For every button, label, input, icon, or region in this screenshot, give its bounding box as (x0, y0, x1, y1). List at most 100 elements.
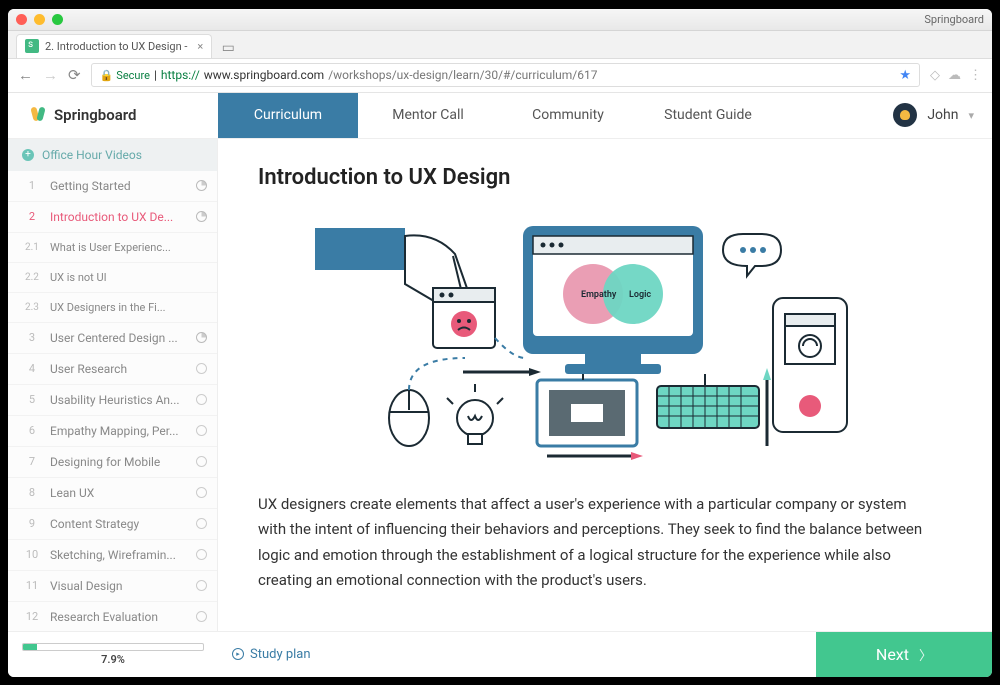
sidebar-item-label: User Research (50, 362, 188, 376)
content: Introduction to UX Design (218, 139, 992, 631)
sidebar-item[interactable]: 4 User Research (8, 354, 217, 385)
circle-icon (196, 487, 207, 498)
reload-button[interactable]: ⟳ (68, 66, 81, 84)
sidebar-item[interactable]: 12 Research Evaluation (8, 602, 217, 631)
sidebar-item-label: Lean UX (50, 486, 188, 500)
omnibox[interactable]: 🔒 Secure | https://www.springboard.com/w… (91, 63, 920, 87)
sidebar-item[interactable]: 6 Empathy Mapping, Per... (8, 416, 217, 447)
sidebar-item-number: 3 (22, 331, 42, 344)
user-menu[interactable]: John ▾ (875, 93, 992, 138)
url-host: www.springboard.com (204, 68, 324, 82)
sidebar-item[interactable]: 2Introduction to UX De... (8, 202, 217, 233)
app: Springboard CurriculumMentor CallCommuni… (8, 93, 992, 677)
sidebar-item-number: 1 (22, 179, 42, 192)
main: + Office Hour Videos 1Getting Started2In… (8, 139, 992, 631)
sidebar-item[interactable]: 11Visual Design (8, 571, 217, 602)
sidebar: + Office Hour Videos 1Getting Started2In… (8, 139, 218, 631)
brand-logo-icon (30, 107, 46, 123)
sidebar-item-number: 2 (22, 210, 42, 223)
sidebar-item[interactable]: 8Lean UX (8, 478, 217, 509)
tab-strip: 2. Introduction to UX Design - × ▭ (8, 31, 992, 59)
sidebar-item[interactable]: 7Designing for Mobile (8, 447, 217, 478)
minimize-window-button[interactable] (34, 14, 45, 25)
window-title: Springboard (924, 13, 984, 26)
circle-icon (196, 518, 207, 529)
sidebar-item[interactable]: 5 Usability Heuristics An... (8, 385, 217, 416)
sidebar-item-label: What is User Experienc... (50, 241, 207, 254)
extension-icon[interactable]: ◇ (930, 68, 940, 83)
back-button[interactable]: ← (18, 66, 33, 84)
url-protocol: https:// (161, 68, 200, 82)
favicon-icon (25, 39, 39, 53)
sidebar-item-label: Research Evaluation (50, 610, 188, 624)
expand-icon: + (22, 149, 34, 161)
sidebar-item-number: 9 (22, 517, 42, 530)
sidebar-item-number: 4 (22, 362, 42, 375)
sidebar-item-number: 6 (22, 424, 42, 437)
nav-item-curriculum[interactable]: Curriculum (218, 93, 358, 138)
sidebar-item[interactable]: 3 User Centered Design ... (8, 323, 217, 354)
nav-item-mentor-call[interactable]: Mentor Call (358, 93, 498, 138)
browser-tab[interactable]: 2. Introduction to UX Design - × (16, 34, 212, 58)
circle-icon (196, 611, 207, 622)
menu-icon[interactable]: ⋮ (969, 68, 982, 83)
body-text: UX designers create elements that affect… (258, 492, 932, 594)
chevron-down-icon: ▾ (968, 109, 974, 122)
sidebar-item-label: UX is not UI (50, 271, 207, 284)
page-title: Introduction to UX Design (258, 165, 932, 190)
clock-icon (196, 180, 207, 191)
maximize-window-button[interactable] (52, 14, 63, 25)
progress-bar (22, 643, 204, 651)
sidebar-item[interactable]: 9 Content Strategy (8, 509, 217, 540)
sidebar-item-number: 10 (22, 548, 42, 561)
circle-icon (196, 425, 207, 436)
hero-illustration: Empathy Logic (258, 208, 932, 468)
brand[interactable]: Springboard (8, 93, 218, 138)
extension-icon[interactable]: ☁ (948, 68, 961, 83)
sidebar-item[interactable]: 2.1 What is User Experienc... (8, 233, 217, 263)
browser-window: Springboard 2. Introduction to UX Design… (8, 9, 992, 677)
forward-button[interactable]: → (43, 66, 58, 84)
sidebar-item-number: 12 (22, 610, 42, 623)
nav-item-student-guide[interactable]: Student Guide (638, 93, 778, 138)
circle-icon (196, 580, 207, 591)
sidebar-item-label: Designing for Mobile (50, 455, 188, 469)
close-tab-icon[interactable]: × (197, 40, 203, 53)
study-plan-link[interactable]: ▸ Study plan (232, 647, 311, 662)
sidebar-item[interactable]: 10 Sketching, Wireframin... (8, 540, 217, 571)
next-button[interactable]: Next 〉 (816, 632, 992, 677)
sidebar-item-label: Content Strategy (50, 517, 188, 531)
sidebar-item-label: User Centered Design ... (50, 331, 188, 345)
sidebar-item-label: UX Designers in the Fi... (50, 301, 207, 314)
bookmark-star-icon[interactable]: ★ (899, 68, 911, 83)
extension-icons: ◇ ☁ ⋮ (930, 68, 982, 83)
play-circle-icon: ▸ (232, 648, 244, 660)
progress-fill (23, 644, 37, 650)
sidebar-header[interactable]: + Office Hour Videos (8, 139, 217, 171)
svg-text:Empathy: Empathy (581, 290, 617, 300)
sidebar-item-label: Visual Design (50, 579, 188, 593)
sidebar-item-label: Empathy Mapping, Per... (50, 424, 188, 438)
new-tab-button[interactable]: ▭ (218, 40, 238, 58)
url-bar: ← → ⟳ 🔒 Secure | https://www.springboard… (8, 59, 992, 93)
sidebar-item[interactable]: 1Getting Started (8, 171, 217, 202)
sidebar-item[interactable]: 2.2UX is not UI (8, 263, 217, 293)
sidebar-item-number: 2.1 (22, 242, 42, 253)
circle-icon (196, 549, 207, 560)
traffic-lights (16, 14, 63, 25)
sidebar-item[interactable]: 2.3UX Designers in the Fi... (8, 293, 217, 323)
nav-item-community[interactable]: Community (498, 93, 638, 138)
sidebar-item-label: Sketching, Wireframin... (50, 548, 188, 562)
sidebar-item-number: 5 (22, 393, 42, 406)
sidebar-item-label: Usability Heuristics An... (50, 393, 188, 407)
close-window-button[interactable] (16, 14, 27, 25)
titlebar: Springboard (8, 9, 992, 31)
circle-icon (196, 456, 207, 467)
footer: 7.9% ▸ Study plan Next 〉 (8, 631, 992, 677)
progress-label: 7.9% (101, 653, 125, 666)
avatar-icon (893, 103, 917, 127)
clock-icon (196, 211, 207, 222)
chevron-right-icon: 〉 (919, 645, 932, 664)
user-name: John (927, 107, 958, 123)
circle-icon (196, 363, 207, 374)
